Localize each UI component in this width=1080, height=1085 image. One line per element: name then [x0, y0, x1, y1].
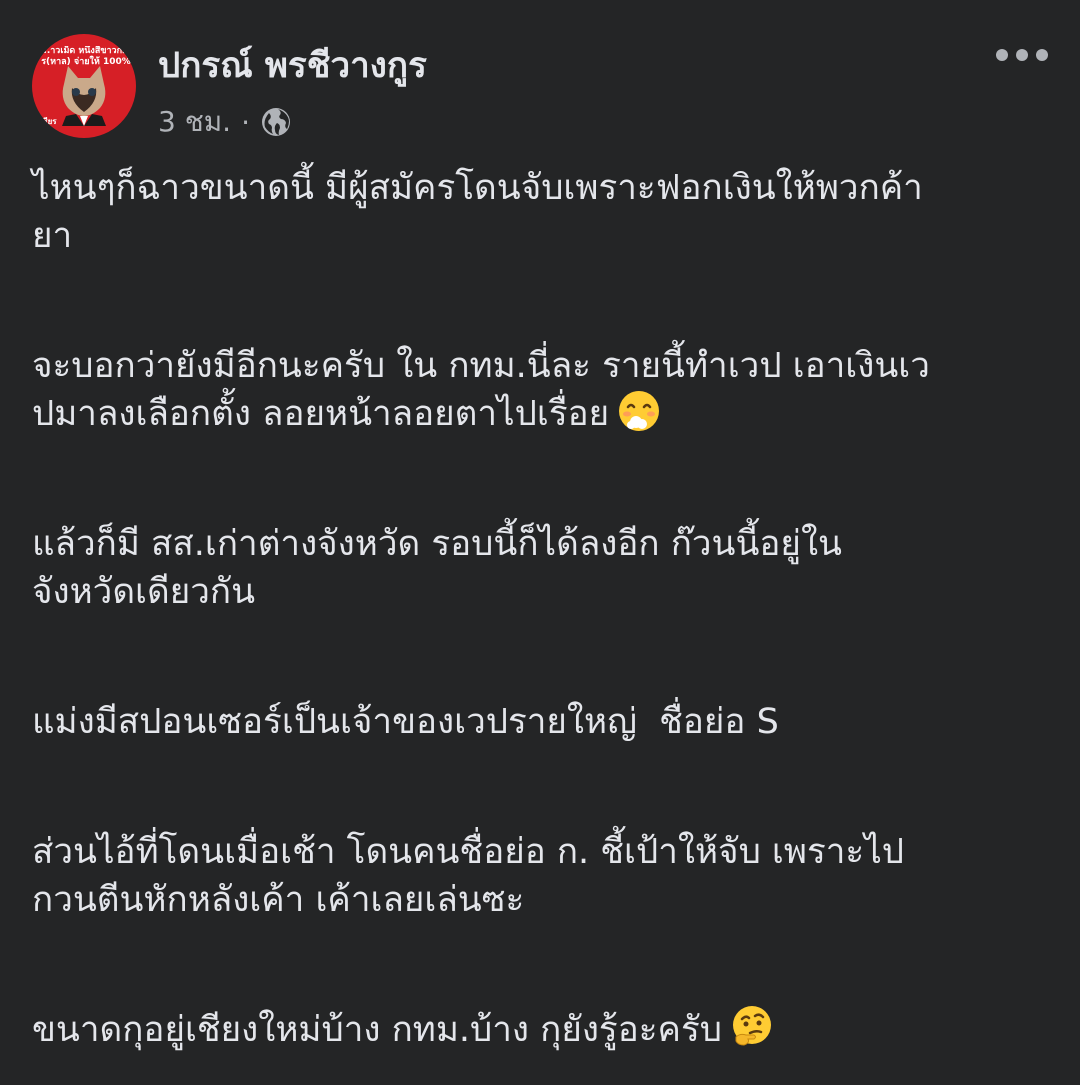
post-text-line: แล้วก็มี สส.เก่าต่างจังหวัด รอบนี้ก็ได้ล…	[32, 524, 842, 564]
post-text-segment: ปมาลงเลือกตั้ง ลอยหน้าลอยตาไปเรื่อย	[32, 394, 610, 434]
post-text-line: ไหนๆก็ฉาวขนาดนี้ มีผู้สมัครโดนจับเพราะฟอ…	[32, 168, 923, 208]
post-text-line: จะบอกว่ายังมีอีกนะครับ ใน กทม.นี่ละ รายน…	[32, 346, 930, 386]
avatar-text-line: ชเชียร	[34, 117, 57, 126]
more-horizontal-icon-dot	[1036, 49, 1048, 61]
more-horizontal-icon-dot	[1016, 49, 1028, 61]
post-text-line: ปมาลงเลือกตั้ง ลอยหน้าลอยตาไปเรื่อย	[32, 390, 1052, 438]
post-text-segment: ขนาดกุอยู่เชียงใหม่บ้าง กทม.บ้าง กุยังรู…	[32, 1010, 722, 1050]
avatar-text-line: ...าวเม็ด หนึ่งสีขาวกมะ	[40, 46, 132, 56]
post-header: ...าวเม็ด หนึ่งสีขาวกมะ ร(หาล) จ่ายให้ 1…	[32, 34, 1048, 144]
author-name[interactable]: ปกรณ์ พรชีวางกูร	[158, 38, 427, 93]
post-paragraph: ไหนๆก็ฉาวขนาดนี้ มีผู้สมัครโดนจับเพราะฟอ…	[32, 164, 1052, 260]
post-text-line: จังหวัดเดียวกัน	[32, 572, 256, 612]
globe-icon[interactable]	[260, 106, 292, 138]
post-text-line: ขนาดกุอยู่เชียงใหม่บ้าง กทม.บ้าง กุยังรู…	[32, 1006, 1052, 1054]
post-paragraph: ส่วนไอ้ที่โดนเมื่อเช้า โดนคนชื่อย่อ ก. ช…	[32, 828, 1052, 924]
more-options-button[interactable]	[996, 40, 1048, 70]
face-exhaling-emoji	[619, 391, 660, 431]
post-text-line: แม่งมีสปอนเซอร์เป็นเจ้าของเวปรายใหญ่ ชื่…	[32, 702, 779, 742]
meta-separator: ·	[241, 105, 250, 139]
post-meta: 3 ชม. ·	[158, 100, 292, 144]
post-text-line: ส่วนไอ้ที่โดนเมื่อเช้า โดนคนชื่อย่อ ก. ช…	[32, 832, 905, 872]
post-text-line: กวนตีนหักหลังเค้า เค้าเลยเล่นซะ	[32, 880, 525, 920]
post-paragraph: แล้วก็มี สส.เก่าต่างจังหวัด รอบนี้ก็ได้ล…	[32, 520, 1052, 616]
post-paragraph: ขนาดกุอยู่เชียงใหม่บ้าง กทม.บ้าง กุยังรู…	[32, 1006, 1052, 1054]
post-text-line: ยา	[32, 216, 73, 256]
post-paragraph: แม่งมีสปอนเซอร์เป็นเจ้าของเวปรายใหญ่ ชื่…	[32, 698, 1052, 746]
post-timestamp[interactable]: 3 ชม.	[158, 100, 231, 144]
post-body: ไหนๆก็ฉาวขนาดนี้ มีผู้สมัครโดนจับเพราะฟอ…	[32, 164, 1052, 1054]
more-horizontal-icon-dot	[996, 49, 1008, 61]
facebook-post: ...าวเม็ด หนึ่งสีขาวกมะ ร(หาล) จ่ายให้ 1…	[0, 0, 1080, 1085]
avatar[interactable]: ...าวเม็ด หนึ่งสีขาวกมะ ร(หาล) จ่ายให้ 1…	[32, 34, 136, 138]
post-paragraph: จะบอกว่ายังมีอีกนะครับ ใน กทม.นี่ละ รายน…	[32, 342, 1052, 438]
thinking-face-emoji	[732, 1006, 771, 1046]
